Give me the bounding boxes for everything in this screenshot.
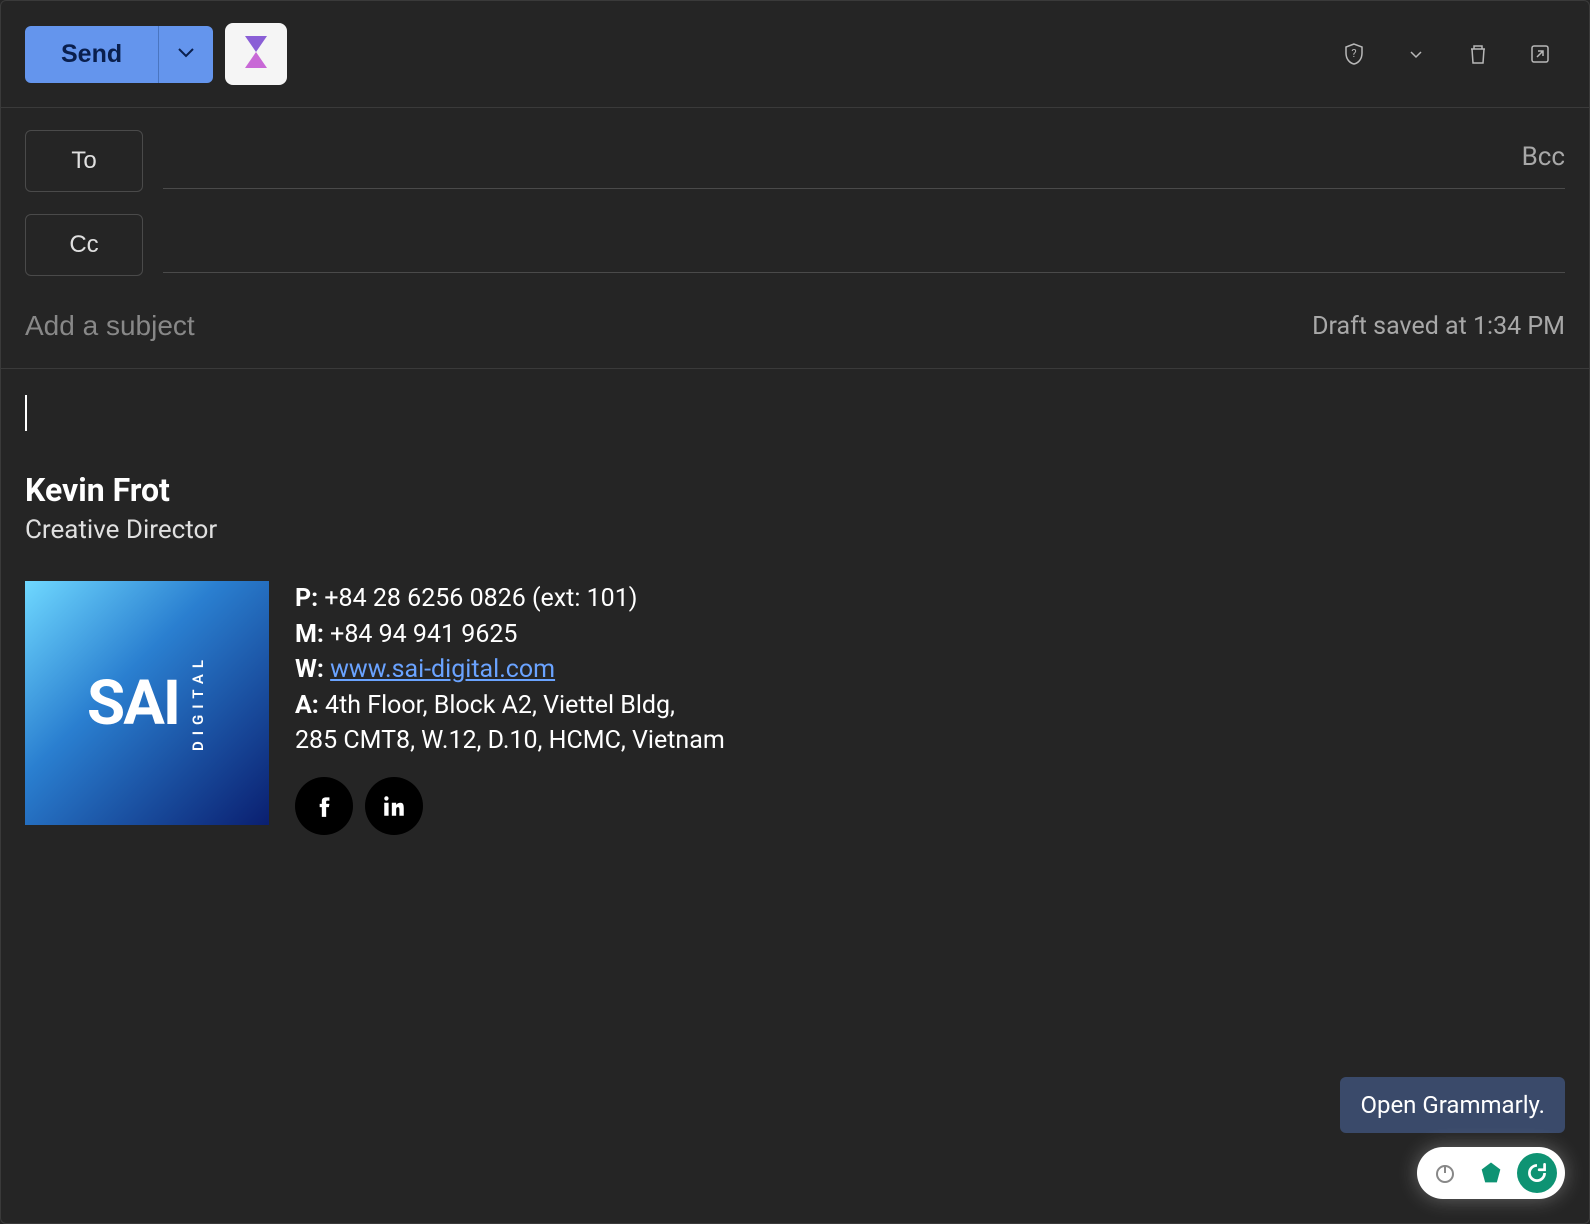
linkedin-icon[interactable] xyxy=(365,777,423,835)
cc-button[interactable]: Cc xyxy=(25,214,143,276)
toolbar: Send ? xyxy=(1,1,1589,108)
grammarly-tooltip: Open Grammarly. xyxy=(1340,1077,1565,1133)
bcc-toggle[interactable]: Bcc xyxy=(1522,142,1565,172)
send-button-group: Send xyxy=(25,26,213,83)
phone-label: P: xyxy=(295,584,318,613)
signature-name: Kevin Frot xyxy=(25,471,1565,509)
grammarly-power-button[interactable] xyxy=(1425,1153,1465,1193)
company-logo: SAI DIGITAL xyxy=(25,581,269,825)
recipients-section: To Bcc Cc xyxy=(1,108,1589,298)
chevron-down-icon xyxy=(177,47,195,62)
website-link[interactable]: www.sai-digital.com xyxy=(330,655,555,684)
svg-text:?: ? xyxy=(1351,47,1356,60)
logo-main-text: SAI xyxy=(87,667,179,740)
email-body[interactable]: Kevin Frot Creative Director SAI DIGITAL… xyxy=(1,369,1589,1223)
popout-button[interactable] xyxy=(1515,29,1565,79)
contact-column: P: +84 28 6256 0826 (ext: 101) M: +84 94… xyxy=(295,581,725,835)
facebook-icon[interactable] xyxy=(295,777,353,835)
cc-input[interactable] xyxy=(163,218,1565,273)
delete-button[interactable] xyxy=(1453,29,1503,79)
subject-input[interactable] xyxy=(25,310,1292,342)
logo-sub-text: DIGITAL xyxy=(189,654,207,751)
to-button[interactable]: To xyxy=(25,130,143,192)
send-button[interactable]: Send xyxy=(25,26,158,83)
hourglass-app-icon[interactable] xyxy=(225,23,287,85)
to-input[interactable] xyxy=(163,134,1565,189)
signature-title: Creative Director xyxy=(25,515,1565,545)
mobile-label: M: xyxy=(295,620,324,649)
signature-block: SAI DIGITAL P: +84 28 6256 0826 (ext: 10… xyxy=(25,581,1565,835)
phone-value: +84 28 6256 0826 (ext: 101) xyxy=(318,584,637,613)
hourglass-icon xyxy=(243,36,269,72)
cc-row: Cc xyxy=(25,214,1565,276)
encryption-dropdown[interactable] xyxy=(1391,29,1441,79)
grammarly-pill xyxy=(1417,1147,1565,1199)
subject-row: Draft saved at 1:34 PM xyxy=(1,298,1589,369)
compose-window: Send ? xyxy=(0,0,1590,1224)
social-icons xyxy=(295,777,725,835)
grammarly-widget: Open Grammarly. xyxy=(1340,1077,1565,1199)
address-line2: 285 CMT8, W.12, D.10, HCMC, Vietnam xyxy=(295,723,725,759)
address-line1: 4th Floor, Block A2, Viettel Bldg, xyxy=(319,691,675,720)
draft-status: Draft saved at 1:34 PM xyxy=(1312,312,1565,341)
contact-info: P: +84 28 6256 0826 (ext: 101) M: +84 94… xyxy=(295,581,725,759)
to-row: To Bcc xyxy=(25,130,1565,192)
text-cursor xyxy=(25,395,27,431)
address-label: A: xyxy=(295,691,319,720)
encryption-icon[interactable]: ? xyxy=(1329,29,1379,79)
mobile-value: +84 94 941 9625 xyxy=(324,620,518,649)
web-label: W: xyxy=(295,655,324,684)
grammarly-open-button[interactable] xyxy=(1517,1153,1557,1193)
grammarly-suggestions-button[interactable] xyxy=(1471,1153,1511,1193)
send-dropdown-button[interactable] xyxy=(158,26,213,83)
